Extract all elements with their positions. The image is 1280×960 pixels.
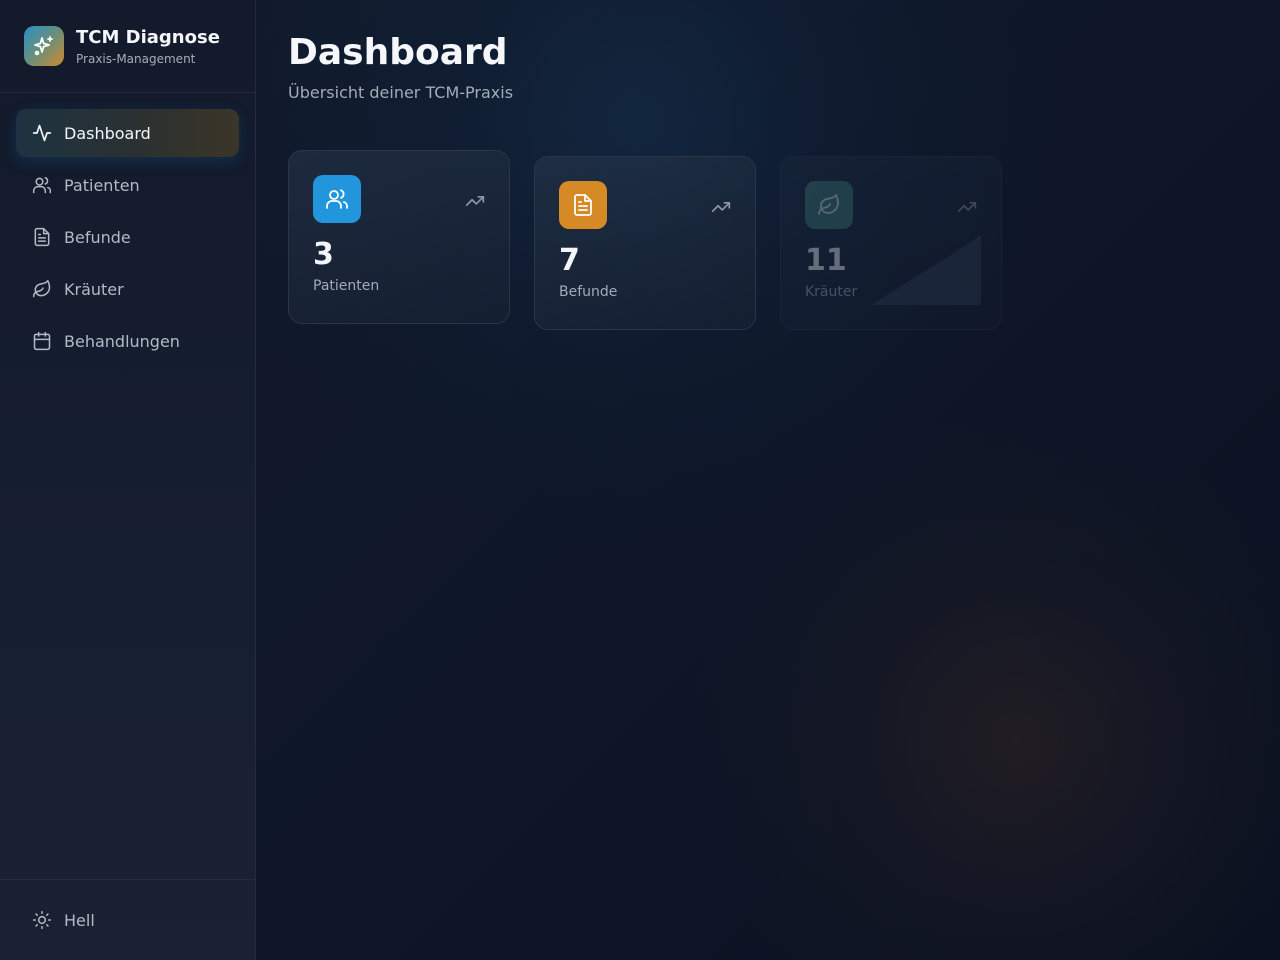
sun-icon: [32, 910, 52, 930]
trending-up-icon: [957, 197, 977, 217]
sidebar-item-kraeuter[interactable]: Kräuter: [16, 265, 239, 313]
sidebar-item-dashboard[interactable]: Dashboard: [16, 109, 239, 157]
leaf-icon: [805, 181, 853, 229]
users-icon: [313, 175, 361, 223]
theme-toggle-label: Hell: [64, 910, 95, 930]
stat-label: Patienten: [313, 278, 380, 294]
leaf-icon: [32, 279, 52, 299]
trending-up-icon: [711, 197, 731, 217]
file-text-icon: [32, 227, 52, 247]
brand: TCM Diagnose Praxis-Management: [0, 0, 255, 93]
app-root: TCM Diagnose Praxis-Management Dashboard: [0, 0, 1280, 960]
sidebar-item-befunde[interactable]: Befunde: [16, 213, 239, 261]
stat-label: Befunde: [559, 284, 618, 300]
decorative-bars: [871, 235, 981, 305]
theme-toggle-button[interactable]: Hell: [16, 896, 239, 944]
stat-card-kraeuter[interactable]: 11 Kräuter: [780, 156, 1002, 330]
sidebar-item-behandlungen[interactable]: Behandlungen: [16, 317, 239, 365]
file-text-icon: [559, 181, 607, 229]
stat-card-patienten[interactable]: 3 Patienten: [288, 150, 510, 324]
sidebar-item-label: Patienten: [64, 175, 140, 195]
main-content: Dashboard Übersicht deiner TCM-Praxis 3 …: [256, 0, 1280, 960]
sidebar-item-label: Behandlungen: [64, 331, 180, 351]
trending-up-icon: [465, 191, 485, 211]
sidebar-item-label: Befunde: [64, 227, 131, 247]
sidebar-nav: Dashboard Patienten Befunde Kräuter Beha…: [0, 93, 255, 365]
users-icon: [32, 175, 52, 195]
brand-subtitle: Praxis-Management: [76, 52, 196, 66]
stat-value: 3: [313, 237, 334, 272]
sidebar: TCM Diagnose Praxis-Management Dashboard: [0, 0, 256, 960]
sparkles-icon: [24, 26, 64, 66]
sidebar-footer: Hell: [0, 879, 255, 960]
activity-icon: [32, 123, 52, 143]
brand-title: TCM Diagnose: [76, 27, 220, 48]
page-subtitle: Übersicht deiner TCM-Praxis: [288, 83, 514, 102]
sidebar-item-patienten[interactable]: Patienten: [16, 161, 239, 209]
page-title: Dashboard: [288, 32, 508, 73]
sidebar-item-label: Kräuter: [64, 279, 124, 299]
stat-card-befunde[interactable]: 7 Befunde: [534, 156, 756, 330]
sidebar-item-label: Dashboard: [64, 123, 151, 143]
calendar-icon: [32, 331, 52, 351]
stat-value: 7: [559, 243, 580, 278]
